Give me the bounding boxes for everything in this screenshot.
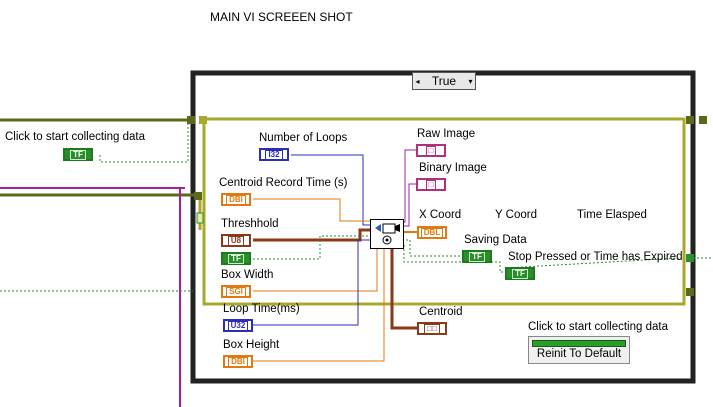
threshhold-bool-terminal[interactable]: TF xyxy=(221,252,251,265)
saving-data-terminal: TF xyxy=(462,250,492,263)
x-coord-terminal: DBL xyxy=(417,226,447,239)
loop-time-terminal[interactable]: U32 xyxy=(223,319,253,332)
centroid-terminal: □□ xyxy=(417,322,447,335)
centroid-record-time-label: Centroid Record Time (s) xyxy=(219,177,348,189)
y-coord-label: Y Coord xyxy=(495,209,537,221)
tunnel-right-top xyxy=(686,116,694,124)
tunnel-left-mid xyxy=(194,192,202,200)
case-selector-value: True xyxy=(431,74,457,88)
page-title: MAIN VI SCREEEN SHOT xyxy=(210,10,353,24)
raw-image-label: Raw Image xyxy=(417,128,476,140)
front-panel-control-label: Click to start collecting data xyxy=(528,321,668,333)
x-coord-label: X Coord xyxy=(419,209,462,221)
centroid-subvi[interactable] xyxy=(370,219,404,249)
tunnel-left-inner xyxy=(199,116,207,124)
stop-pressed-terminal: TF xyxy=(505,267,535,280)
number-of-loops-label: Number of Loops xyxy=(259,132,348,144)
camera-icon xyxy=(375,223,400,245)
centroid-record-time-terminal[interactable]: DBl xyxy=(221,193,251,206)
case-selector[interactable]: ◂ True ▾ xyxy=(412,72,476,90)
threshhold-label: Threshhold xyxy=(221,218,279,230)
box-height-terminal[interactable]: DBl xyxy=(223,355,253,368)
case-decrement-icon[interactable]: ◂ xyxy=(413,77,422,86)
stop-pressed-label: Stop Pressed or Time has Expired xyxy=(508,251,683,263)
binary-image-label: Binary Image xyxy=(419,162,487,174)
outer-control-label: Click to start collecting data xyxy=(5,131,145,143)
outer-start-terminal[interactable]: TF xyxy=(63,148,93,161)
box-width-label: Box Width xyxy=(221,269,274,281)
tunnel-left-top xyxy=(187,116,195,124)
binary-image-terminal: □ xyxy=(416,178,446,191)
box-height-label: Box Height xyxy=(223,339,280,351)
case-dropdown-icon[interactable]: ▾ xyxy=(466,77,475,86)
number-of-loops-terminal[interactable]: I32 xyxy=(259,148,289,161)
tunnel-right-bool xyxy=(686,254,694,262)
raw-image-terminal: □ xyxy=(416,144,446,157)
reinit-default-text[interactable]: Reinit To Default xyxy=(532,347,626,361)
loop-time-label: Loop Time(ms) xyxy=(223,303,300,315)
box-width-terminal[interactable]: SGl xyxy=(221,285,251,298)
centroid-label: Centroid xyxy=(419,306,463,318)
saving-data-label: Saving Data xyxy=(464,234,527,246)
button-led-indicator xyxy=(532,340,626,347)
start-collecting-button[interactable]: Reinit To Default xyxy=(528,336,630,364)
time-elapsed-label: Time Elasped xyxy=(577,209,647,221)
threshhold-terminal[interactable]: U8 xyxy=(221,234,251,247)
